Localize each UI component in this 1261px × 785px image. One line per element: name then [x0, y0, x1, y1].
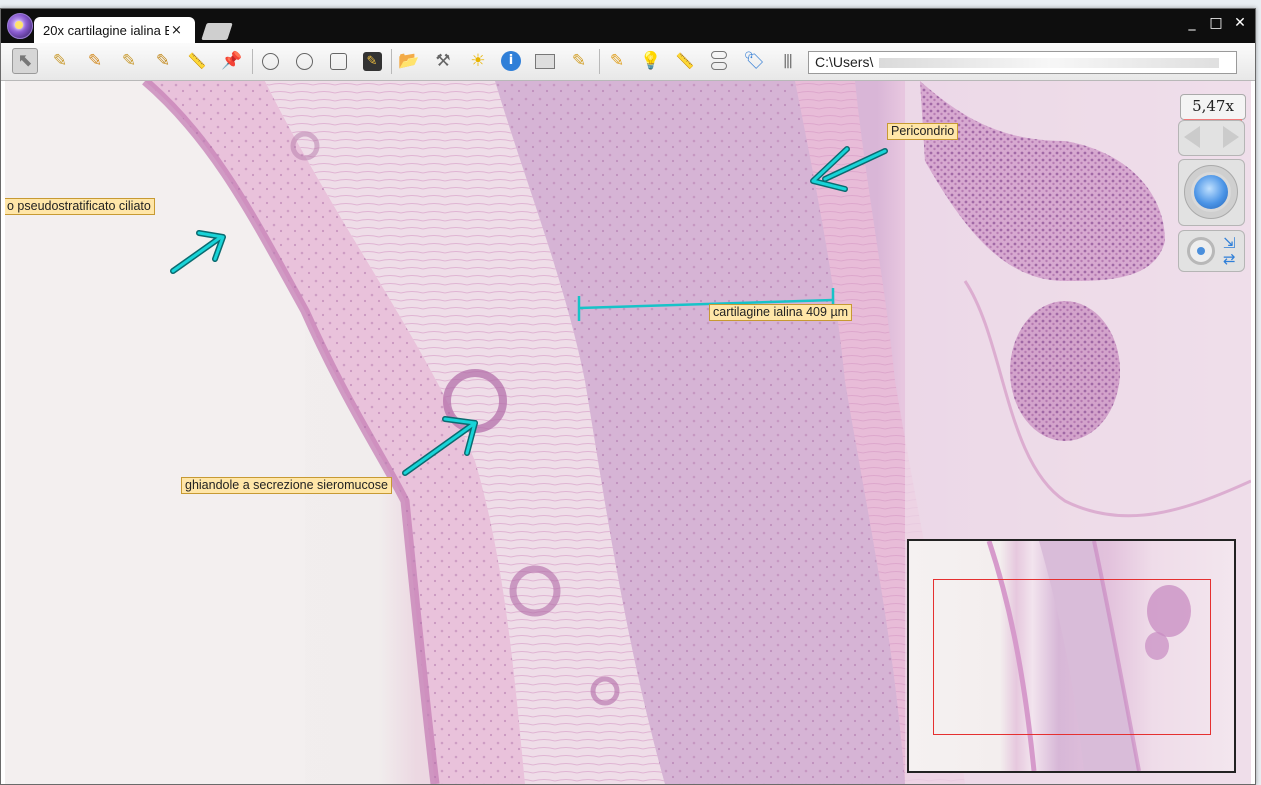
draw-pencil-button[interactable]: ✎ [604, 48, 630, 74]
open-folder-button[interactable]: 📂 [396, 48, 422, 74]
file-path-field[interactable]: C:\Users\ [808, 51, 1237, 74]
barcode-icon: ||| [782, 53, 793, 69]
app-logo-icon[interactable] [7, 13, 33, 39]
window-controls: _ □ ✕ [1185, 15, 1247, 31]
pencil-tool-2-button[interactable]: ✎ [82, 48, 108, 74]
forward-arrow-icon[interactable] [1223, 126, 1239, 148]
title-bar: 20x cartilagine ialina E × _ □ ✕ [1, 9, 1255, 43]
folder-icon: 📂 [398, 50, 420, 71]
marker-button[interactable]: 💡 [638, 48, 664, 74]
annotation-label-glands[interactable]: ghiandole a secrezione sieromucose [181, 477, 392, 494]
toolbar: ⬉ ✎ ✎ ✎ ✎ 📏 📌 ✎ 📂 ⚒ ☀ i ✎ ✎ 💡 📏 🏷 ||| C:… [1, 43, 1255, 81]
toolbar-separator [252, 49, 253, 74]
close-window-button[interactable]: ✕ [1233, 15, 1247, 31]
circle-icon [295, 52, 313, 70]
pin-icon: 📌 [221, 50, 243, 71]
pointer-icon: ⬉ [17, 50, 33, 71]
annotation-pencil-button[interactable]: ✎ [566, 48, 592, 74]
minimap-viewport-frame[interactable] [933, 579, 1211, 735]
circle-icon [261, 52, 279, 70]
pencil-icon: ✎ [155, 50, 171, 71]
note-pencil-icon: ✎ [362, 51, 382, 71]
annotation-label-pericondrio[interactable]: Pericondrio [887, 123, 959, 140]
pin-tool-button[interactable]: 📌 [219, 48, 245, 74]
pencil-icon: ✎ [571, 50, 587, 71]
rectangle-icon [329, 52, 347, 70]
view-options[interactable]: ⇲ ⇄ [1178, 230, 1245, 272]
zoom-level-indicator[interactable]: 5,47x [1180, 94, 1246, 121]
swap-arrows-icon[interactable]: ⇲ ⇄ [1223, 235, 1236, 267]
brightness-button[interactable]: ☀ [465, 48, 491, 74]
tag-button[interactable]: 🏷 [741, 48, 767, 74]
sun-icon: ☀ [470, 50, 486, 71]
toolbar-separator [391, 49, 392, 74]
tab-slide[interactable]: 20x cartilagine ialina E × [34, 17, 195, 43]
pencil-icon: ✎ [52, 50, 68, 71]
settings-tools-button[interactable]: ⚒ [430, 48, 456, 74]
viewer-window: 20x cartilagine ialina E × _ □ ✕ ⬉ ✎ ✎ ✎… [0, 8, 1256, 785]
annotation-label-epithelium[interactable]: o pseudostratificato ciliato [5, 198, 155, 215]
rectangle-tool-button[interactable] [325, 48, 351, 74]
minimize-button[interactable]: _ [1185, 15, 1199, 31]
ruler-icon: 📏 [675, 51, 695, 70]
annotation-label-measurement[interactable]: cartilagine ialina 409 µm [709, 304, 853, 321]
pencil-icon: ✎ [121, 50, 137, 71]
pan-knob-icon[interactable] [1191, 172, 1231, 212]
circle-tool-2-button[interactable] [291, 48, 317, 74]
slide-label-button[interactable] [532, 48, 558, 74]
image-icon [535, 53, 555, 69]
file-path-text: C:\Users\ [815, 54, 874, 70]
wrench-icon: ⚒ [435, 50, 451, 71]
pencil-icon: ✎ [87, 50, 103, 71]
pencil-tool-3-button[interactable]: ✎ [116, 48, 142, 74]
pencil-icon: ✎ [609, 50, 625, 71]
tag-icon: 🏷 [743, 50, 765, 71]
circle-tool-1-button[interactable] [257, 48, 283, 74]
tab-label: 20x cartilagine ialina E [43, 22, 169, 38]
note-tool-button[interactable]: ✎ [359, 48, 385, 74]
layers-button[interactable] [706, 48, 732, 74]
maximize-button[interactable]: □ [1209, 15, 1223, 31]
history-navigation[interactable] [1178, 120, 1245, 156]
new-tab-button[interactable] [201, 23, 233, 40]
info-icon: i [501, 51, 521, 71]
pan-control[interactable] [1178, 159, 1245, 226]
minimap[interactable] [907, 539, 1236, 773]
eye-target-icon[interactable] [1187, 237, 1215, 265]
pencil-tool-4-button[interactable]: ✎ [150, 48, 176, 74]
tab-close-icon[interactable]: × [171, 23, 182, 38]
ruler-tool-button[interactable]: 📏 [184, 48, 210, 74]
file-path-obscured [879, 58, 1220, 69]
ruler-icon: 📏 [187, 51, 207, 70]
barcode-button[interactable]: ||| [774, 48, 800, 74]
layers-icon [711, 51, 727, 71]
lightbulb-icon: 💡 [640, 50, 662, 71]
info-button[interactable]: i [498, 48, 524, 74]
toolbar-separator [599, 49, 600, 74]
pencil-tool-1-button[interactable]: ✎ [47, 48, 73, 74]
select-tool-button[interactable]: ⬉ [12, 48, 38, 74]
back-arrow-icon[interactable] [1184, 126, 1200, 148]
measure-ruler-button[interactable]: 📏 [672, 48, 698, 74]
